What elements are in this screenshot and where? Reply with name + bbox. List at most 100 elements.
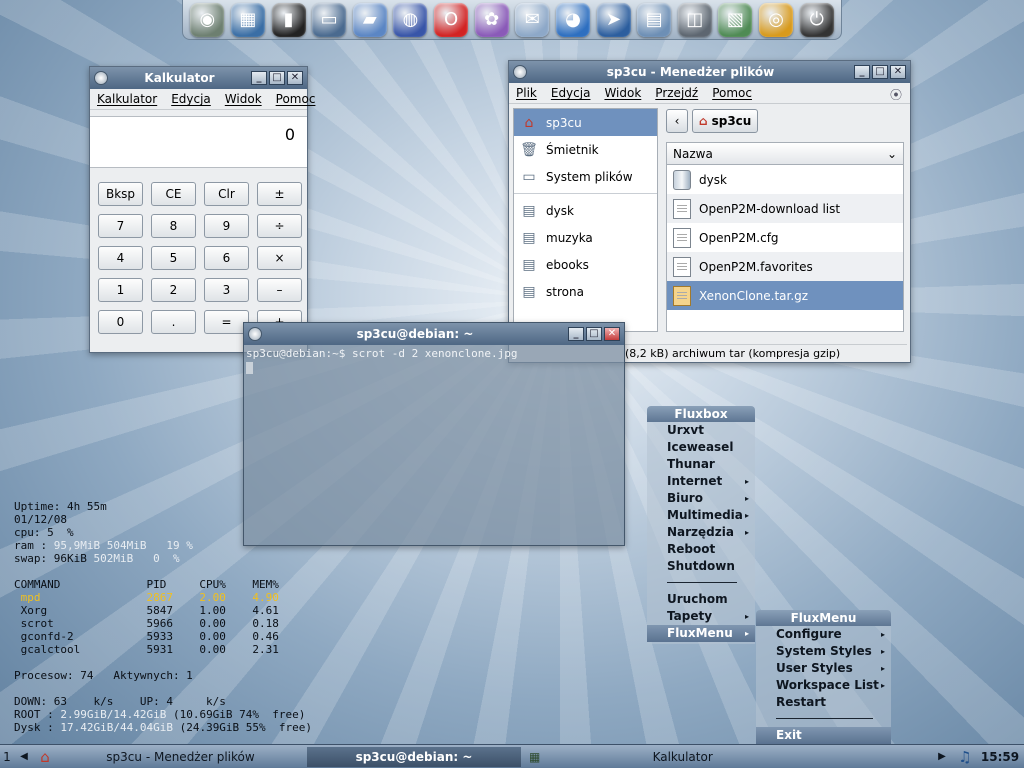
file-row[interactable]: OpenP2M.cfg [667,223,903,252]
minimize-button[interactable]: _ [251,71,267,85]
calculator-menu-0[interactable]: Kalkulator [97,92,157,106]
menu-item-reboot[interactable]: Reboot [647,541,755,558]
sidebar-item-system-plików[interactable]: ▭ System plików [514,163,657,190]
minimize-button[interactable]: _ [568,327,584,341]
menu-item-workspace-list[interactable]: Workspace List ▸ [756,677,891,694]
fish-icon[interactable]: ➤ [596,2,631,37]
file-row[interactable]: OpenP2M.favorites [667,252,903,281]
power-icon[interactable]: ⏻ [799,2,834,37]
window-menu-icon[interactable] [513,65,527,79]
sidebar-item-ebooks[interactable]: ▤ ebooks [514,251,657,278]
maximize-button[interactable]: □ [586,327,602,341]
email-icon[interactable]: ✉ [515,2,550,37]
menu-item-tapety[interactable]: Tapety ▸ [647,608,755,625]
calc-key-button[interactable]: 2 [151,278,196,302]
cd-burner-icon[interactable]: ◎ [759,2,794,37]
calc-key-button[interactable]: × [257,246,302,270]
calc-key-button[interactable]: 3 [204,278,249,302]
calc-key-button[interactable]: ÷ [257,214,302,238]
close-button[interactable]: ✕ [604,327,620,341]
calc-key-button[interactable]: 4 [98,246,143,270]
calc-key-button[interactable]: 7 [98,214,143,238]
file-row[interactable]: OpenP2M-download list [667,194,903,223]
calc-key-button[interactable]: . [151,310,196,334]
path-back-button[interactable]: ‹ [666,109,688,133]
menu-item-shutdown[interactable]: Shutdown [647,558,755,575]
close-button[interactable]: ✕ [287,71,303,85]
music-note-icon[interactable]: ♫ [954,748,976,766]
calc-key-button[interactable]: 6 [204,246,249,270]
clear-bookmark-icon[interactable]: ⦿ [890,86,902,103]
fluxbox-logo-icon[interactable]: ◉ [190,2,225,37]
sidebar-item-strona[interactable]: ▤ strona [514,278,657,305]
minimize-button[interactable]: _ [854,65,870,79]
calc-key-button[interactable]: 9 [204,214,249,238]
calculator-menu-3[interactable]: Pomoc [276,92,316,106]
sidebar-item-dysk[interactable]: ▤ dysk [514,197,657,224]
calc-key-button[interactable]: 8 [151,214,196,238]
menu-item-user-styles[interactable]: User Styles ▸ [756,660,891,677]
desktop-icon[interactable]: ▦ [230,2,265,37]
menu-item-narzędzia[interactable]: Narzędzia ▸ [647,524,755,541]
folder-icon[interactable]: ▰ [352,2,387,37]
workspace-number[interactable]: 1 [0,750,14,764]
calculator-titlebar[interactable]: Kalkulator _ □ ✕ [90,67,307,89]
window-menu-icon[interactable] [248,327,262,341]
office-document-icon[interactable]: ▤ [637,2,672,37]
network-globe-icon[interactable]: ◍ [393,2,428,37]
menu-item-urxvt[interactable]: Urxvt [647,422,755,439]
file-manager-titlebar[interactable]: sp3cu - Menedżer plików _ □ ✕ [509,61,910,83]
menu-item-restart[interactable]: Restart [756,694,891,711]
menu-item-exit[interactable]: Exit [756,727,891,744]
menu-item-uruchom[interactable]: Uruchom [647,591,755,608]
calculator-menu-1[interactable]: Edycja [171,92,211,106]
window-menu-icon[interactable] [94,71,108,85]
sidebar-item-muzyka[interactable]: ▤ muzyka [514,224,657,251]
menu-item-internet[interactable]: Internet ▸ [647,473,755,490]
calculator-menu-2[interactable]: Widok [225,92,262,106]
workspace-prev-button[interactable]: ◀ [14,751,34,762]
file-row[interactable]: dysk [667,165,903,194]
menu-item-configure[interactable]: Configure ▸ [756,626,891,643]
file-menu-2[interactable]: Widok [604,86,641,100]
calc-key-button[interactable]: Clr [204,182,249,206]
column-header-name[interactable]: Nazwa ⌄ [667,143,903,165]
calc-key-button[interactable]: CE [151,182,196,206]
opera-browser-icon[interactable]: O [434,2,469,37]
close-button[interactable]: ✕ [890,65,906,79]
menu-separator [667,582,737,583]
terminal-icon[interactable]: ▮ [271,2,306,37]
menu-item-fluxmenu[interactable]: FluxMenu ▸ [647,625,755,642]
menu-item-iceweasel[interactable]: Iceweasel [647,439,755,456]
menu-item-system-styles[interactable]: System Styles ▸ [756,643,891,660]
workspace-next-button[interactable]: ▶ [930,751,954,762]
file-menu-3[interactable]: Przejdź [655,86,698,100]
calc-key-button[interactable]: ± [257,182,302,206]
menu-item-thunar[interactable]: Thunar [647,456,755,473]
calc-key-button[interactable]: – [257,278,302,302]
calc-key-button[interactable]: Bksp [98,182,143,206]
taskbar-task-button[interactable]: sp3cu - Menedżer plików [58,747,303,767]
menu-item-biuro[interactable]: Biuro ▸ [647,490,755,507]
laptop-icon[interactable]: ▭ [312,2,347,37]
taskbar-task-button[interactable]: sp3cu@debian: ~ [307,746,521,767]
maximize-button[interactable]: □ [269,71,285,85]
sidebar-item-śmietnik[interactable]: 🗑 Śmietnik [514,136,657,163]
image-viewer-icon[interactable]: ▧ [718,2,753,37]
taskbar-task-button[interactable]: ▦ Kalkulator [525,747,825,767]
file-menu-0[interactable]: Plik [516,86,537,100]
terminal-titlebar[interactable]: sp3cu@debian: ~ _ □ ✕ [244,323,624,345]
file-menu-4[interactable]: Pomoc [712,86,752,100]
maximize-button[interactable]: □ [872,65,888,79]
file-row[interactable]: XenonClone.tar.gz [667,281,903,310]
path-home-button[interactable]: ⌂ sp3cu [692,109,759,133]
sidebar-item-sp3cu[interactable]: ⌂ sp3cu [514,109,657,136]
pidgin-messenger-icon[interactable]: ✿ [474,2,509,37]
calc-key-button[interactable]: 5 [151,246,196,270]
calc-key-button[interactable]: 1 [98,278,143,302]
web-browser-icon[interactable]: ◕ [555,2,590,37]
speaker-icon[interactable]: ◫ [677,2,712,37]
menu-item-multimedia[interactable]: Multimedia ▸ [647,507,755,524]
calc-key-button[interactable]: 0 [98,310,143,334]
file-menu-1[interactable]: Edycja [551,86,591,100]
